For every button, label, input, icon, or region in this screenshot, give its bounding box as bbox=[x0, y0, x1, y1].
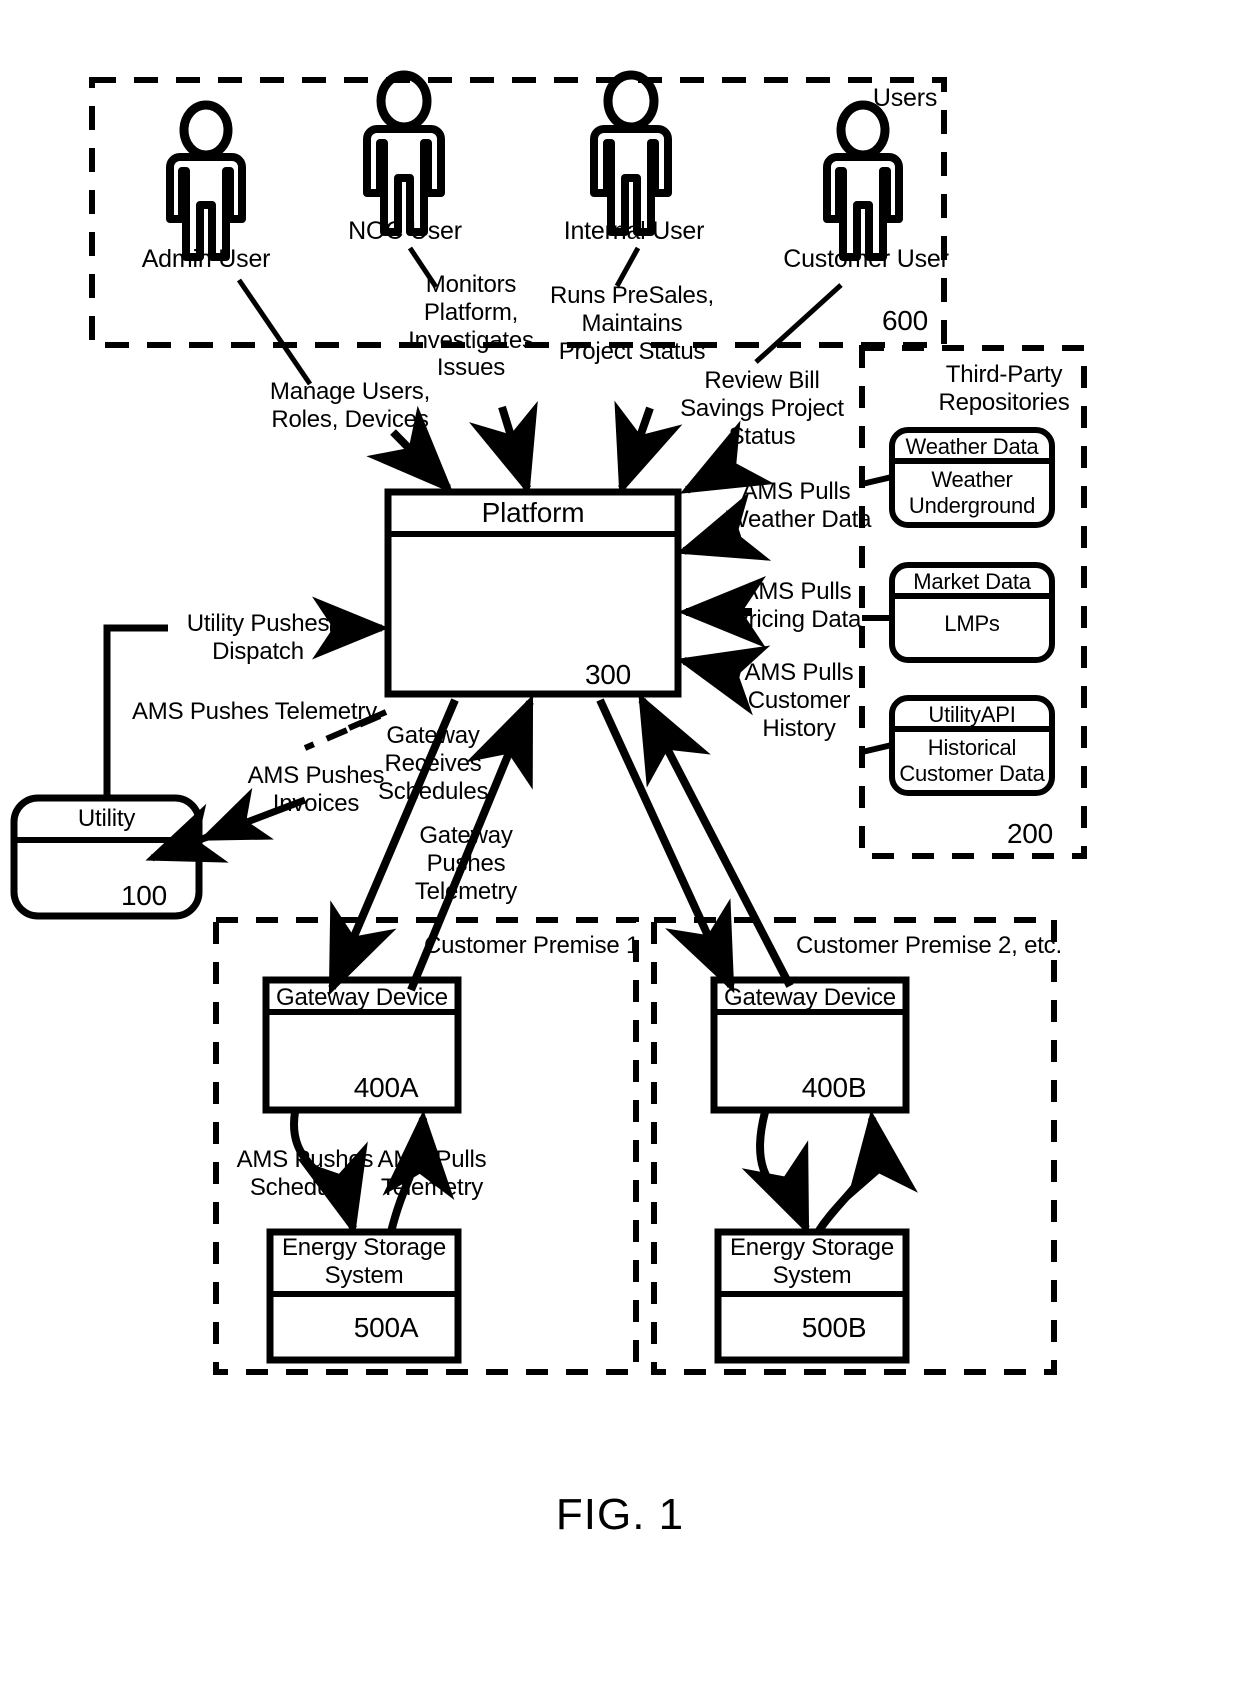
platform-ref: 300 bbox=[584, 659, 632, 690]
third-party-title: Third-Party Repositories bbox=[938, 361, 1070, 416]
gateway-b-header: Gateway Device bbox=[724, 984, 896, 1011]
gateway-b-ref: 400B bbox=[801, 1072, 867, 1103]
ams-pushes-schedules-label: AMS Pushes Schedules bbox=[236, 1146, 374, 1201]
repo-header-utilityapi: UtilityAPI bbox=[928, 702, 1016, 727]
ams-pushes-telemetry-label: AMS Pushes Telemetry bbox=[132, 698, 377, 725]
actor-label-customer: Customer User bbox=[783, 245, 949, 273]
ams-pulls-telemetry-label: AMS Pulls Telemetry bbox=[377, 1146, 487, 1201]
premise2-title: Customer Premise 2, etc. bbox=[796, 932, 1062, 959]
person-icon-internal bbox=[590, 70, 672, 236]
user-flow-label-review-bill: Review Bill Savings Project Status bbox=[680, 367, 844, 450]
repo-header-weather: Weather Data bbox=[905, 434, 1039, 459]
pull-label-weather: AMS Pulls Weather Data bbox=[726, 478, 872, 533]
users-group-ref: 600 bbox=[881, 305, 929, 336]
person-icon-noc bbox=[363, 70, 445, 236]
figure-caption: FIG. 1 bbox=[555, 1490, 685, 1539]
utility-side-arrow bbox=[198, 787, 274, 842]
person-icon-admin bbox=[166, 100, 246, 261]
storage-b-ref: 500B bbox=[801, 1312, 867, 1343]
gateway-b-storage-arrows bbox=[741, 1110, 918, 1236]
actor-label-admin: Admin User bbox=[141, 245, 271, 273]
utility-ref: 100 bbox=[120, 880, 168, 911]
person-icon-customer bbox=[823, 100, 903, 261]
actor-label-internal: Internal User bbox=[563, 217, 705, 245]
user-flow-label-manage-users: Manage Users, Roles, Devices bbox=[269, 378, 431, 433]
utility-title: Utility bbox=[77, 805, 136, 832]
repo-body-weather: Weather Underground bbox=[908, 467, 1036, 518]
repo-body-market: LMPs bbox=[944, 611, 1000, 636]
user-flow-label-presales: Runs PreSales, Maintains Project Status bbox=[550, 282, 714, 365]
actor-leader-lines bbox=[236, 246, 843, 386]
gateway-receives-schedules-label: Gateway Receives Schedules bbox=[378, 722, 489, 805]
figure-canvas: Users 600 Admin User NOC User Internal U… bbox=[0, 0, 1240, 1694]
utility-dispatch-label: Utility Pushes Dispatch bbox=[186, 610, 330, 665]
premise1-title: Customer Premise 1 bbox=[424, 932, 640, 959]
gateway-pushes-telemetry-label: Gateway Pushes Telemetry bbox=[414, 822, 518, 905]
repo-body-utilityapi: Historical Customer Data bbox=[899, 735, 1045, 786]
platform-title: Platform bbox=[481, 497, 585, 528]
third-party-ref: 200 bbox=[1006, 818, 1054, 849]
storage-a-header: Energy Storage System bbox=[282, 1234, 446, 1289]
gateway-a-header: Gateway Device bbox=[276, 984, 448, 1011]
storage-a-ref: 500A bbox=[353, 1312, 419, 1343]
actor-label-noc: NOC User bbox=[348, 217, 462, 245]
pull-label-pricing: AMS Pulls Pricing Data bbox=[732, 578, 862, 633]
users-group-title: Users bbox=[872, 84, 938, 112]
gateway-a-ref: 400A bbox=[353, 1072, 419, 1103]
user-flow-label-monitors: Monitors Platform, Investigates Issues bbox=[408, 271, 534, 382]
storage-b-header: Energy Storage System bbox=[730, 1234, 894, 1289]
pull-label-customer-history: AMS Pulls Customer History bbox=[744, 659, 854, 742]
repo-header-market: Market Data bbox=[913, 569, 1031, 594]
ams-pushes-invoices-label: AMS Pushes Invoices bbox=[247, 762, 385, 817]
